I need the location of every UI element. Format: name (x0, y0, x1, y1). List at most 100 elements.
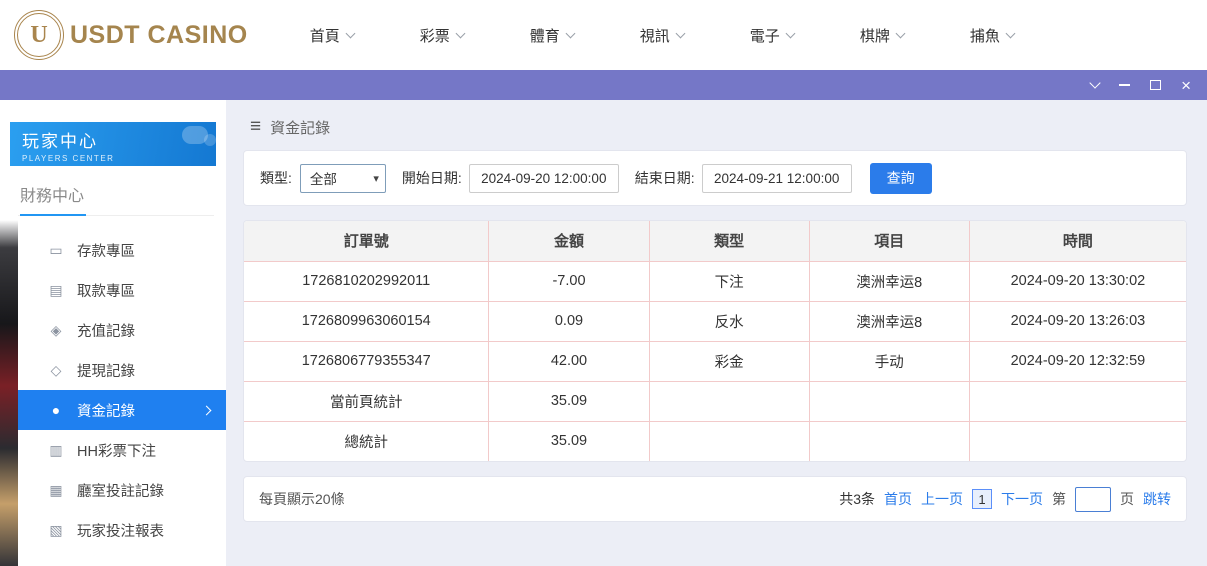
pager: 共3条 首页 上一页 1 下一页 第 页 跳转 (839, 487, 1171, 512)
jump-link[interactable]: 跳转 (1143, 489, 1171, 509)
cell-type: 下注 (649, 261, 809, 301)
nav-item-home[interactable]: 首頁 (310, 25, 354, 46)
cell-label: 總統計 (244, 421, 489, 461)
site-logo[interactable]: U USDT CASINO (14, 10, 248, 60)
gamepad-icon (182, 126, 208, 144)
nav-label: 電子 (750, 25, 780, 46)
chevron-down-icon (1005, 28, 1015, 38)
app-body: 玩家中心 PLAYERS CENTER 財務中心 ▭ 存款專區 ▤ 取款專區 ◈… (0, 100, 1207, 566)
chevron-down-icon (565, 28, 575, 38)
deposit-icon: ▭ (48, 242, 64, 259)
cashout-icon: ◇ (48, 362, 64, 379)
per-page-text: 每頁顯示20條 (259, 489, 345, 509)
chevron-down-icon (455, 28, 465, 38)
table-row-page-total: 當前頁統計 35.09 (244, 381, 1186, 421)
cell-amount: 0.09 (489, 301, 649, 341)
sidebar-item-label: 廳室投註記錄 (77, 480, 164, 501)
chevron-down-icon (675, 28, 685, 38)
pagination-bar: 每頁顯示20條 共3条 首页 上一页 1 下一页 第 页 跳转 (243, 476, 1187, 522)
col-header-type: 類型 (649, 221, 809, 261)
nav-item-electronic[interactable]: 電子 (750, 25, 794, 46)
page-jump-input[interactable] (1075, 487, 1111, 512)
sidebar-item-withdraw-area[interactable]: ▤ 取款專區 (18, 270, 226, 310)
minimize-window-icon[interactable] (1119, 77, 1130, 93)
cell-time: 2024-09-20 13:30:02 (969, 261, 1186, 301)
collapse-window-icon[interactable] (1091, 77, 1099, 93)
nav-label: 體育 (530, 25, 560, 46)
table-row: 1726806779355347 42.00 彩金 手动 2024-09-20 … (244, 341, 1186, 381)
withdraw-icon: ▤ (48, 282, 64, 299)
window-titlebar: × (0, 70, 1207, 100)
sidebar: 玩家中心 PLAYERS CENTER 財務中心 ▭ 存款專區 ▤ 取款專區 ◈… (0, 100, 226, 566)
page-suffix-label: 页 (1120, 489, 1134, 509)
recharge-icon: ◈ (48, 322, 64, 339)
cell-item: 澳洲幸运8 (809, 301, 969, 341)
type-select[interactable]: 全部 ▾ (300, 164, 386, 193)
table-row: 1726809963060154 0.09 反水 澳洲幸运8 2024-09-2… (244, 301, 1186, 341)
table-row: 1726810202992011 -7.00 下注 澳洲幸运8 2024-09-… (244, 261, 1186, 301)
cell-item: 手动 (809, 341, 969, 381)
sidebar-item-deposit-area[interactable]: ▭ 存款專區 (18, 230, 226, 270)
select-arrow-icon: ▾ (373, 172, 379, 185)
cell-type: 反水 (649, 301, 809, 341)
search-button[interactable]: 查詢 (870, 163, 932, 194)
nav-label: 棋牌 (860, 25, 890, 46)
players-center-header: 玩家中心 PLAYERS CENTER (10, 122, 216, 166)
end-date-input[interactable] (702, 164, 852, 193)
end-date-label: 結束日期: (635, 168, 695, 188)
cell-time: 2024-09-20 13:26:03 (969, 301, 1186, 341)
sidebar-item-hh-lottery-bets[interactable]: ▥ HH彩票下注 (18, 430, 226, 470)
nav-item-lottery[interactable]: 彩票 (420, 25, 464, 46)
sidebar-item-player-bet-report[interactable]: ▧ 玩家投注報表 (18, 510, 226, 550)
sidebar-menu: ▭ 存款專區 ▤ 取款專區 ◈ 充值記錄 ◇ 提現記錄 ● 資金記錄 ▥ (0, 230, 226, 550)
type-select-value: 全部 (310, 168, 337, 188)
nav-label: 捕魚 (970, 25, 1000, 46)
table-header-row: 訂單號 金額 類型 項目 時間 (244, 221, 1186, 261)
cell-time (969, 421, 1186, 461)
nav-item-fishing[interactable]: 捕魚 (970, 25, 1014, 46)
nav-item-sports[interactable]: 體育 (530, 25, 574, 46)
page-prefix-label: 第 (1052, 489, 1066, 509)
logo-text: USDT CASINO (70, 21, 248, 50)
start-date-label: 開始日期: (402, 168, 462, 188)
sidebar-item-label: 提現記錄 (77, 360, 135, 381)
col-header-order: 訂單號 (244, 221, 489, 261)
section-finance-center: 財務中心 (18, 182, 214, 216)
players-center-subtitle: PLAYERS CENTER (22, 154, 204, 163)
fund-records-table: 訂單號 金額 類型 項目 時間 1726810202992011 -7.00 下… (243, 220, 1187, 462)
nav-item-chess[interactable]: 棋牌 (860, 25, 904, 46)
start-date-input[interactable] (469, 164, 619, 193)
cell-type (649, 381, 809, 421)
top-navigation-bar: U USDT CASINO 首頁 彩票 體育 視訊 電子 棋牌 捕魚 (0, 0, 1207, 70)
cell-amount: 35.09 (489, 421, 649, 461)
cell-amount: 35.09 (489, 381, 649, 421)
filter-bar: 類型: 全部 ▾ 開始日期: 結束日期: 查詢 (243, 150, 1187, 206)
close-window-icon[interactable]: × (1181, 77, 1191, 93)
sidebar-item-room-bet-records[interactable]: ▦ 廳室投註記錄 (18, 470, 226, 510)
cell-time (969, 381, 1186, 421)
cell-order: 1726810202992011 (244, 261, 489, 301)
cell-type: 彩金 (649, 341, 809, 381)
sidebar-item-label: 取款專區 (77, 280, 135, 301)
moneybag-icon: ● (48, 402, 64, 418)
sidebar-item-label: 存款專區 (77, 240, 135, 261)
main-content: ≡ 資金記錄 類型: 全部 ▾ 開始日期: 結束日期: 查詢 訂單號 (226, 100, 1207, 566)
current-page-badge[interactable]: 1 (972, 489, 992, 509)
logo-emblem-letter: U (30, 22, 47, 49)
sidebar-item-recharge-records[interactable]: ◈ 充值記錄 (18, 310, 226, 350)
cell-amount: 42.00 (489, 341, 649, 381)
hamburger-icon[interactable]: ≡ (250, 116, 261, 138)
next-page-link[interactable]: 下一页 (1001, 489, 1043, 509)
players-center-title: 玩家中心 (22, 127, 204, 152)
first-page-link[interactable]: 首页 (884, 489, 912, 509)
sidebar-item-label: 玩家投注報表 (77, 520, 164, 541)
prev-page-link[interactable]: 上一页 (921, 489, 963, 509)
chevron-down-icon (345, 28, 355, 38)
main-nav: 首頁 彩票 體育 視訊 電子 棋牌 捕魚 (310, 25, 1014, 46)
maximize-window-icon[interactable] (1150, 77, 1161, 93)
total-count: 共3条 (839, 489, 875, 509)
nav-label: 視訊 (640, 25, 670, 46)
sidebar-item-withdrawal-records[interactable]: ◇ 提現記錄 (18, 350, 226, 390)
sidebar-item-fund-records[interactable]: ● 資金記錄 (18, 390, 226, 430)
nav-item-video[interactable]: 視訊 (640, 25, 684, 46)
